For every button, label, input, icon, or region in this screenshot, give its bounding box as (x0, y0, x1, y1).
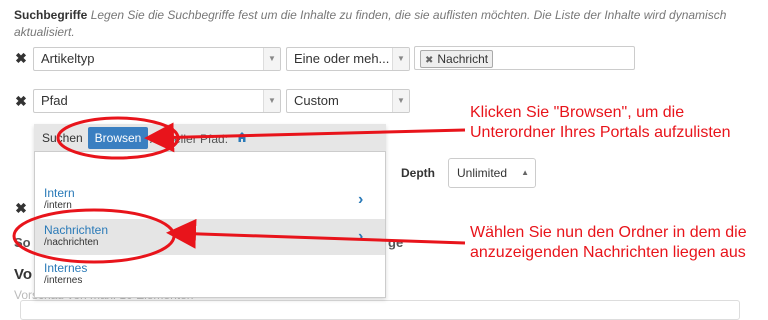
folder-highlight-ellipse (12, 208, 176, 264)
browse-arrow (144, 122, 466, 153)
browse-hint-annotation: Klicken Sie "Browsen", um die Unterordne… (470, 104, 731, 141)
annotation-overlay (12, 116, 466, 264)
folder-hint-annotation: Wählen Sie nun den Ordner in dem die anz… (470, 224, 747, 261)
folder-arrow (166, 218, 466, 249)
